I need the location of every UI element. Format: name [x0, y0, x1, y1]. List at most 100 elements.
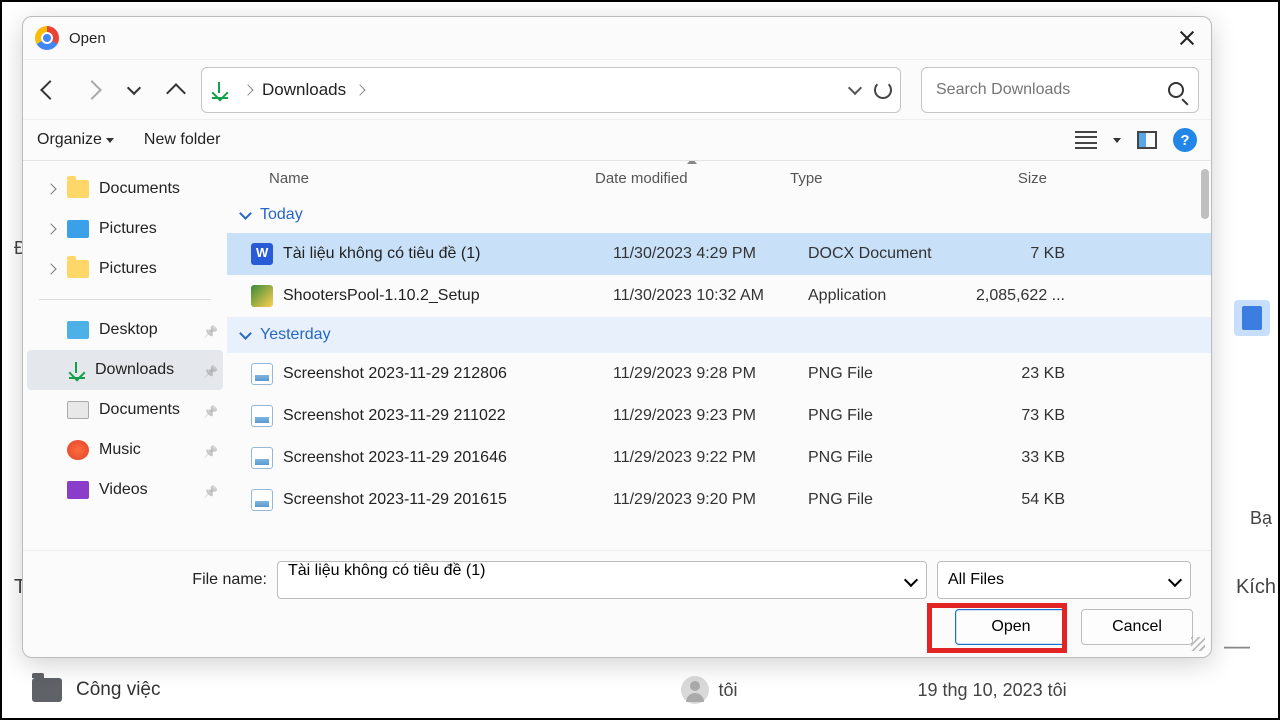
help-icon[interactable]: ?	[1173, 128, 1197, 152]
col-date[interactable]: Date modified	[595, 170, 790, 187]
pin-icon	[203, 363, 217, 377]
docs-icon	[1234, 300, 1270, 336]
pin-icon	[203, 323, 217, 337]
docx-file-icon	[251, 243, 273, 265]
sidebar-item-music[interactable]: Music	[27, 430, 223, 470]
chevron-right-icon	[45, 223, 56, 234]
file-type: PNG File	[808, 449, 973, 467]
file-size: 23 KB	[973, 365, 1073, 383]
preview-pane-icon[interactable]	[1137, 131, 1157, 149]
file-size: 33 KB	[973, 449, 1073, 467]
divider	[39, 299, 211, 300]
group-header[interactable]: Today	[227, 197, 1211, 233]
view-dropdown[interactable]	[1113, 138, 1121, 143]
path-segment[interactable]: Downloads	[262, 80, 346, 100]
chrome-icon	[35, 26, 59, 50]
filename-input[interactable]: Tài liệu không có tiêu đề (1)	[277, 561, 927, 599]
file-name: Screenshot 2023-11-29 211022	[283, 407, 613, 425]
downloads-path-icon	[210, 81, 228, 99]
file-date: 11/29/2023 9:28 PM	[613, 365, 808, 383]
open-button[interactable]: Open	[955, 609, 1067, 645]
search-input[interactable]	[936, 81, 1168, 99]
path-bar[interactable]: Downloads	[201, 67, 901, 113]
file-size: 2,085,622 ...	[973, 287, 1073, 305]
chevron-right-icon	[45, 183, 56, 194]
group-header[interactable]: Yesterday	[227, 317, 1211, 353]
col-size[interactable]: Size	[955, 170, 1055, 187]
file-date: 11/29/2023 9:22 PM	[613, 449, 808, 467]
file-area: Name Date modified Type Size TodayTài li…	[227, 161, 1211, 550]
file-date: 11/30/2023 10:32 AM	[613, 287, 808, 305]
file-type: PNG File	[808, 407, 973, 425]
file-row[interactable]: Screenshot 2023-11-29 21280611/29/2023 9…	[227, 353, 1211, 395]
folder-icon	[67, 180, 89, 198]
file-name: Screenshot 2023-11-29 212806	[283, 365, 613, 383]
file-name: Screenshot 2023-11-29 201646	[283, 449, 613, 467]
sidebar-item-label: Desktop	[99, 321, 158, 339]
png-file-icon	[251, 363, 273, 385]
sidebar-item-videos[interactable]: Videos	[27, 470, 223, 510]
cancel-button[interactable]: Cancel	[1081, 609, 1193, 645]
file-type: DOCX Document	[808, 245, 973, 263]
file-row[interactable]: ShootersPool-1.10.2_Setup11/30/2023 10:3…	[227, 275, 1211, 317]
sidebar-item-documents[interactable]: Documents	[27, 390, 223, 430]
file-date: 11/29/2023 9:20 PM	[613, 491, 808, 509]
col-name[interactable]: Name	[227, 170, 595, 187]
file-name: ShootersPool-1.10.2_Setup	[283, 287, 613, 305]
pin-icon	[203, 443, 217, 457]
view-icon[interactable]	[1075, 131, 1097, 149]
close-icon[interactable]	[1175, 26, 1199, 50]
back-button[interactable]	[33, 73, 67, 107]
nav-row: Downloads	[23, 59, 1211, 119]
file-size: 7 KB	[973, 245, 1073, 263]
sidebar-item-label: Documents	[99, 401, 180, 419]
file-size: 54 KB	[973, 491, 1073, 509]
file-row[interactable]: Screenshot 2023-11-29 21102211/29/2023 9…	[227, 395, 1211, 437]
refresh-icon[interactable]	[874, 81, 892, 99]
file-type: PNG File	[808, 491, 973, 509]
sidebar-item-label: Pictures	[99, 260, 157, 278]
col-type[interactable]: Type	[790, 170, 955, 187]
file-name: Screenshot 2023-11-29 201615	[283, 491, 613, 509]
search-icon	[1168, 82, 1184, 98]
file-list[interactable]: TodayTài liệu không có tiêu đề (1)11/30/…	[227, 197, 1211, 550]
bg-user: tôi	[719, 680, 738, 701]
png-file-icon	[251, 405, 273, 427]
file-date: 11/29/2023 9:23 PM	[613, 407, 808, 425]
organize-button[interactable]: Organize	[37, 131, 114, 149]
file-name: Tài liệu không có tiêu đề (1)	[283, 245, 613, 263]
forward-button[interactable]	[75, 73, 109, 107]
doc-icon	[67, 401, 89, 419]
file-type: Application	[808, 287, 973, 305]
filename-label: File name:	[39, 571, 267, 589]
file-row[interactable]: Screenshot 2023-11-29 20161511/29/2023 9…	[227, 479, 1211, 521]
sidebar-item-desktop[interactable]: Desktop	[27, 310, 223, 350]
chevron-down-icon	[106, 138, 114, 143]
sidebar-item-pictures[interactable]: Pictures	[27, 249, 223, 289]
chevron-down-icon[interactable]	[848, 80, 862, 94]
background-row: Công việc tôi 19 thg 10, 2023 tôi	[32, 670, 1268, 710]
filetype-select[interactable]: All Files	[937, 561, 1191, 599]
dialog-title: Open	[69, 30, 106, 47]
pic-icon	[67, 220, 89, 238]
sidebar-item-label: Pictures	[99, 220, 157, 238]
toolbar: Organize New folder ?	[23, 119, 1211, 161]
new-folder-button[interactable]: New folder	[144, 131, 220, 149]
file-row[interactable]: Tài liệu không có tiêu đề (1)11/30/2023 …	[227, 233, 1211, 275]
chevron-down-icon	[239, 207, 252, 220]
up-button[interactable]	[159, 73, 193, 107]
sort-arrow-icon	[687, 161, 697, 164]
chevron-down-icon[interactable]	[904, 573, 918, 587]
sidebar-item-documents[interactable]: Documents	[27, 169, 223, 209]
png-file-icon	[251, 447, 273, 469]
sidebar-item-downloads[interactable]: Downloads	[27, 350, 223, 390]
bg-folder-label: Công việc	[76, 679, 161, 701]
resize-grip-icon[interactable]	[1191, 637, 1205, 651]
search-box[interactable]	[921, 67, 1199, 113]
scrollbar[interactable]	[1201, 169, 1209, 219]
sidebar-item-pictures[interactable]: Pictures	[27, 209, 223, 249]
folder-icon	[67, 260, 89, 278]
file-row[interactable]: Screenshot 2023-11-29 20164611/29/2023 9…	[227, 437, 1211, 479]
recent-dropdown[interactable]	[117, 73, 151, 107]
titlebar: Open	[23, 17, 1211, 59]
